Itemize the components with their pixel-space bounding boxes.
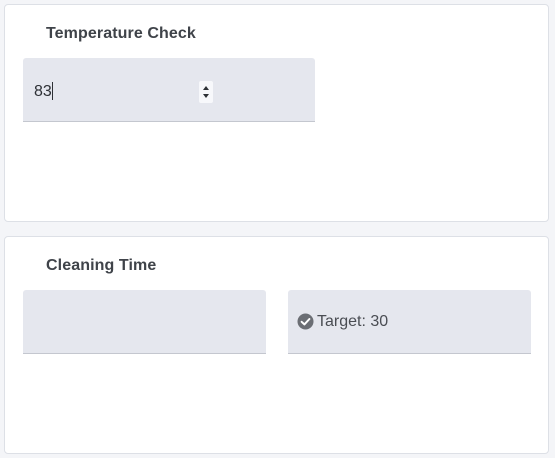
temperature-value: 83: [34, 83, 52, 100]
target-label: Target: 30: [317, 313, 389, 330]
temperature-check-card: Temperature Check 83: [4, 4, 549, 222]
check-circle-icon: [297, 313, 314, 330]
temperature-input[interactable]: 83: [34, 82, 53, 102]
text-caret: [51, 82, 53, 100]
spinner-down-arrow[interactable]: [203, 94, 209, 98]
cleaning-time-target: Target: 30: [288, 290, 531, 354]
number-spinner[interactable]: [199, 81, 213, 103]
cleaning-time-card: Cleaning Time Target: 30: [4, 236, 549, 454]
spinner-up-arrow[interactable]: [203, 86, 209, 90]
cleaning-time-input[interactable]: [23, 290, 266, 354]
temperature-input-field[interactable]: 83: [23, 58, 315, 122]
spinner-arrows-icon: [203, 86, 209, 98]
temperature-check-title: Temperature Check: [46, 25, 196, 42]
cleaning-time-title: Cleaning Time: [46, 257, 157, 274]
